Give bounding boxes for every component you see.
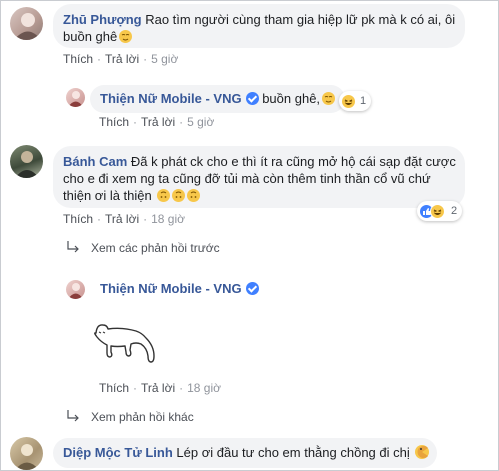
profile-photo-icon: [68, 283, 83, 299]
comment-thread-panel: Zhū Phượng Rao tìm người cùng tham gia h…: [0, 0, 499, 471]
reply-arrow-icon: [67, 410, 79, 422]
reply-arrow-icon: [67, 241, 79, 253]
verified-badge-icon: [245, 92, 259, 105]
like-link[interactable]: Thích: [99, 381, 129, 395]
profile-photo-icon: [14, 13, 41, 40]
like-link[interactable]: Thích: [63, 212, 93, 226]
reply-header: Thiện Nữ Mobile - VNG: [100, 281, 259, 296]
haha-reaction-icon: [341, 93, 356, 109]
comment-text: thiện ơi là thiện: [63, 188, 152, 203]
avatar[interactable]: [10, 437, 43, 470]
comment-actions: Thích · Trả lời · 5 giờ: [63, 52, 179, 66]
relieved-emoji-icon: [119, 30, 133, 43]
comment-text: buồn ghê: [63, 29, 118, 44]
profile-photo-icon: [15, 151, 39, 178]
comment-bubble: Zhū Phượng Rao tìm người cùng tham gia h…: [53, 4, 465, 48]
comment-bubble: Diệp Mộc Tử Linh Lép ơi đầu tư cho em th…: [53, 438, 437, 468]
cat-sticker[interactable]: [89, 321, 171, 379]
like-link[interactable]: Thích: [63, 52, 93, 66]
reply-author[interactable]: Thiện Nữ Mobile - VNG: [100, 91, 242, 106]
comment-bubble: Bánh Cam Đã k phát ck cho e thì ít ra cũ…: [53, 146, 465, 208]
reply-text: buồn ghê,: [262, 91, 321, 106]
reply-link[interactable]: Trả lời: [141, 115, 175, 129]
reaction-summary[interactable]: 2: [417, 201, 463, 221]
reply-timestamp[interactable]: 18 giờ: [187, 381, 221, 395]
avatar[interactable]: [10, 145, 43, 178]
avatar[interactable]: [66, 88, 85, 107]
pacman-emoji-icon: [415, 445, 430, 459]
comment-text: Rao tìm người cùng tham gia hiệp lữ pk m…: [145, 12, 456, 27]
haha-reaction-icon: [430, 203, 445, 219]
comment-timestamp[interactable]: 18 giờ: [151, 212, 185, 226]
verified-badge-icon: [245, 282, 259, 295]
comment-author[interactable]: Diệp Mộc Tử Linh: [63, 445, 173, 460]
comment-timestamp[interactable]: 5 giờ: [151, 52, 178, 66]
reply-link[interactable]: Trả lời: [141, 381, 175, 395]
comment-author[interactable]: Bánh Cam: [63, 154, 127, 169]
reaction-count: 1: [360, 95, 367, 107]
like-link[interactable]: Thích: [99, 115, 129, 129]
reply-timestamp[interactable]: 5 giờ: [187, 115, 214, 129]
relieved-emoji-icon: [322, 92, 336, 105]
upside-down-face-icon: [157, 189, 171, 202]
avatar[interactable]: [66, 280, 85, 299]
reply-link[interactable]: Trả lời: [105, 212, 139, 226]
reaction-count: 2: [451, 205, 458, 217]
comment-actions: Thích · Trả lời · 18 giờ: [63, 212, 185, 226]
reply-link[interactable]: Trả lời: [105, 52, 139, 66]
view-previous-replies-link[interactable]: Xem các phản hồi trước: [91, 241, 220, 255]
reply-author[interactable]: Thiện Nữ Mobile - VNG: [100, 281, 242, 296]
avatar[interactable]: [10, 7, 43, 40]
reply-bubble: Thiện Nữ Mobile - VNG buồn ghê,: [90, 85, 345, 113]
upside-down-face-icon: [172, 189, 186, 202]
reaction-summary[interactable]: 1: [339, 91, 372, 111]
profile-photo-icon: [15, 444, 39, 470]
upside-down-face-icon: [187, 189, 201, 202]
reply-actions: Thích · Trả lời · 5 giờ: [99, 115, 215, 129]
comment-text: cho e đi xem ng ta cũng đỡ tủi mà còn th…: [63, 171, 431, 186]
view-more-replies-link[interactable]: Xem phản hồi khác: [91, 410, 194, 424]
comment-text: Lép ơi đầu tư cho em thằng chồng đi chị: [176, 445, 410, 460]
profile-photo-icon: [68, 91, 83, 107]
comment-text: Đã k phát ck cho e thì ít ra cũng mở hộ …: [130, 154, 456, 169]
reply-actions: Thích · Trả lời · 18 giờ: [99, 381, 221, 395]
comment-author[interactable]: Zhū Phượng: [63, 12, 142, 27]
